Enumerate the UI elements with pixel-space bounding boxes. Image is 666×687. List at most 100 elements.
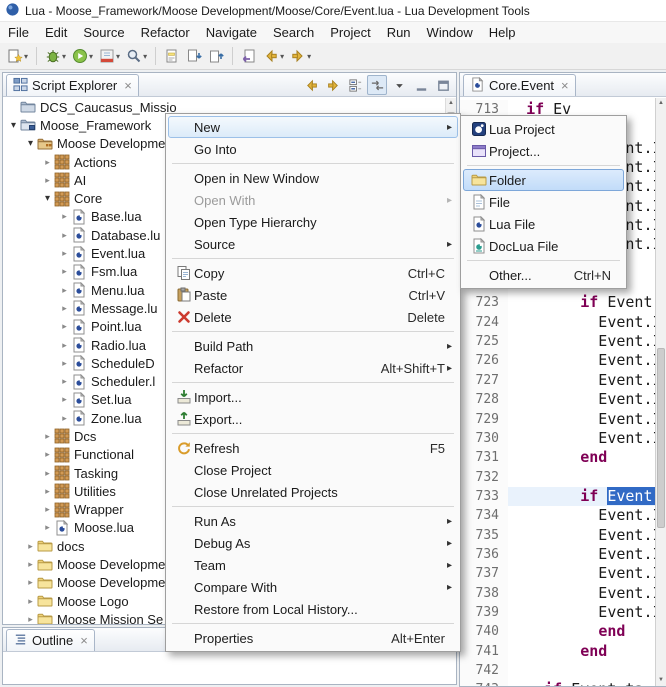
- tab-outline[interactable]: Outline ×: [6, 629, 95, 651]
- expander-collapsed-icon[interactable]: ▸: [58, 394, 71, 405]
- new-submenu-item-lua-project[interactable]: Lua Project: [463, 118, 624, 140]
- menubar-item-window[interactable]: Window: [419, 22, 481, 43]
- code-line[interactable]: 737 Event.I: [460, 564, 655, 583]
- back-button[interactable]: [301, 75, 321, 95]
- context-menu-item-paste[interactable]: PasteCtrl+V: [168, 284, 458, 306]
- chevron-down-icon[interactable]: ▾: [62, 52, 66, 61]
- chevron-down-icon[interactable]: ▾: [89, 52, 93, 61]
- expander-collapsed-icon[interactable]: ▸: [41, 449, 54, 460]
- expander-collapsed-icon[interactable]: ▸: [41, 175, 54, 186]
- context-menu-item-compare-with[interactable]: Compare With▸: [168, 576, 458, 598]
- new-submenu-item-folder[interactable]: Folder: [463, 169, 624, 191]
- code-line[interactable]: 742: [460, 661, 655, 680]
- context-menu-item-open-type-hierarchy[interactable]: Open Type Hierarchy: [168, 211, 458, 233]
- scroll-down-icon[interactable]: ▼: [656, 675, 666, 686]
- toolbar-button-new-wizard[interactable]: ▾: [4, 45, 31, 67]
- expander-collapsed-icon[interactable]: ▸: [58, 211, 71, 222]
- context-menu-item-delete[interactable]: DeleteDelete: [168, 306, 458, 328]
- code-line[interactable]: 723 if Event.: [460, 293, 655, 312]
- editor-vertical-scrollbar[interactable]: ▲ ▼: [655, 98, 666, 686]
- toolbar-button-search[interactable]: ▾: [123, 45, 150, 67]
- context-menu-item-export[interactable]: Export...: [168, 408, 458, 430]
- code-line[interactable]: 738 Event.I: [460, 584, 655, 603]
- expander-collapsed-icon[interactable]: ▸: [24, 559, 37, 570]
- expander-collapsed-icon[interactable]: ▸: [41, 431, 54, 442]
- code-line[interactable]: 726 Event.I: [460, 351, 655, 370]
- code-line[interactable]: 734 Event.I: [460, 506, 655, 525]
- expander-collapsed-icon[interactable]: ▸: [58, 230, 71, 241]
- expander-collapsed-icon[interactable]: ▸: [58, 303, 71, 314]
- expander-collapsed-icon[interactable]: ▸: [24, 614, 37, 624]
- toolbar-button-previous-annotation[interactable]: [205, 45, 227, 67]
- expander-collapsed-icon[interactable]: ▸: [58, 340, 71, 351]
- code-line[interactable]: 728 Event.I: [460, 390, 655, 409]
- forward-button[interactable]: [323, 75, 343, 95]
- code-line[interactable]: 741 end: [460, 642, 655, 661]
- menubar-item-search[interactable]: Search: [265, 22, 322, 43]
- menubar-item-help[interactable]: Help: [481, 22, 524, 43]
- context-menu-item-new[interactable]: New▸: [168, 116, 458, 138]
- expander-collapsed-icon[interactable]: ▸: [41, 504, 54, 515]
- code-line[interactable]: 736 Event.I: [460, 545, 655, 564]
- minimize-button[interactable]: [411, 75, 431, 95]
- scrollbar-thumb[interactable]: [657, 348, 665, 528]
- close-icon[interactable]: ×: [124, 79, 132, 92]
- chevron-down-icon[interactable]: ▾: [143, 52, 147, 61]
- expander-collapsed-icon[interactable]: ▸: [41, 522, 54, 533]
- tab-script-explorer[interactable]: Script Explorer ×: [6, 74, 139, 96]
- scroll-up-icon[interactable]: ▲: [656, 98, 666, 109]
- expander-collapsed-icon[interactable]: ▸: [58, 285, 71, 296]
- expander-open-icon[interactable]: ▾: [41, 193, 54, 204]
- toolbar-button-forward[interactable]: ▾: [287, 45, 314, 67]
- collapse-all-button[interactable]: [345, 75, 365, 95]
- context-menu-item-debug-as[interactable]: Debug As▸: [168, 532, 458, 554]
- toolbar-button-toggle-mark-occurrences[interactable]: [161, 45, 183, 67]
- menubar-item-project[interactable]: Project: [322, 22, 378, 43]
- code-line[interactable]: 733 if Event.: [460, 487, 655, 506]
- expander-open-icon[interactable]: ▾: [7, 120, 20, 131]
- context-menu-item-properties[interactable]: PropertiesAlt+Enter: [168, 627, 458, 649]
- expander-collapsed-icon[interactable]: ▸: [58, 321, 71, 332]
- context-menu-item-team[interactable]: Team▸: [168, 554, 458, 576]
- toolbar-button-last-edit-location[interactable]: [238, 45, 260, 67]
- tab-core-event[interactable]: Core.Event ×: [463, 74, 576, 96]
- code-line[interactable]: 724 Event.I: [460, 313, 655, 332]
- context-menu-item-source[interactable]: Source▸: [168, 233, 458, 255]
- expander-collapsed-icon[interactable]: ▸: [58, 413, 71, 424]
- new-submenu-item-file[interactable]: File: [463, 191, 624, 213]
- expander-collapsed-icon[interactable]: ▸: [24, 596, 37, 607]
- expander-collapsed-icon[interactable]: ▸: [58, 266, 71, 277]
- code-line[interactable]: 743 if Event.ta: [460, 680, 655, 686]
- expander-collapsed-icon[interactable]: ▸: [41, 468, 54, 479]
- toolbar-button-next-annotation[interactable]: [183, 45, 205, 67]
- context-menu-item-copy[interactable]: CopyCtrl+C: [168, 262, 458, 284]
- context-menu-item-refactor[interactable]: RefactorAlt+Shift+T▸: [168, 357, 458, 379]
- new-submenu-item-project[interactable]: Project...: [463, 140, 624, 162]
- scroll-up-icon[interactable]: ▲: [446, 98, 456, 109]
- code-line[interactable]: 730 Event.I: [460, 429, 655, 448]
- code-line[interactable]: 732: [460, 468, 655, 487]
- close-icon[interactable]: ×: [80, 634, 88, 647]
- chevron-down-icon[interactable]: ▾: [116, 52, 120, 61]
- context-menu-item-open-in-new-window[interactable]: Open in New Window: [168, 167, 458, 189]
- toolbar-button-run[interactable]: ▾: [69, 45, 96, 67]
- code-line[interactable]: 729 Event.I: [460, 410, 655, 429]
- code-line[interactable]: 731 end: [460, 448, 655, 467]
- context-menu-item-run-as[interactable]: Run As▸: [168, 510, 458, 532]
- code-line[interactable]: 727 Event.I: [460, 371, 655, 390]
- menubar-item-refactor[interactable]: Refactor: [133, 22, 198, 43]
- toolbar-button-back[interactable]: ▾: [260, 45, 287, 67]
- chevron-down-icon[interactable]: ▾: [307, 52, 311, 61]
- expander-collapsed-icon[interactable]: ▸: [41, 157, 54, 168]
- context-menu-item-refresh[interactable]: RefreshF5: [168, 437, 458, 459]
- maximize-button[interactable]: [433, 75, 453, 95]
- expander-collapsed-icon[interactable]: ▸: [41, 486, 54, 497]
- expander-collapsed-icon[interactable]: ▸: [58, 248, 71, 259]
- close-icon[interactable]: ×: [561, 79, 569, 92]
- chevron-down-icon[interactable]: ▾: [280, 52, 284, 61]
- menubar-item-file[interactable]: File: [0, 22, 37, 43]
- chevron-down-icon[interactable]: ▾: [24, 52, 28, 61]
- toolbar-button-coverage[interactable]: ▾: [96, 45, 123, 67]
- context-menu-item-go-into[interactable]: Go Into: [168, 138, 458, 160]
- new-submenu-item-doclua-file[interactable]: DocLua File: [463, 235, 624, 257]
